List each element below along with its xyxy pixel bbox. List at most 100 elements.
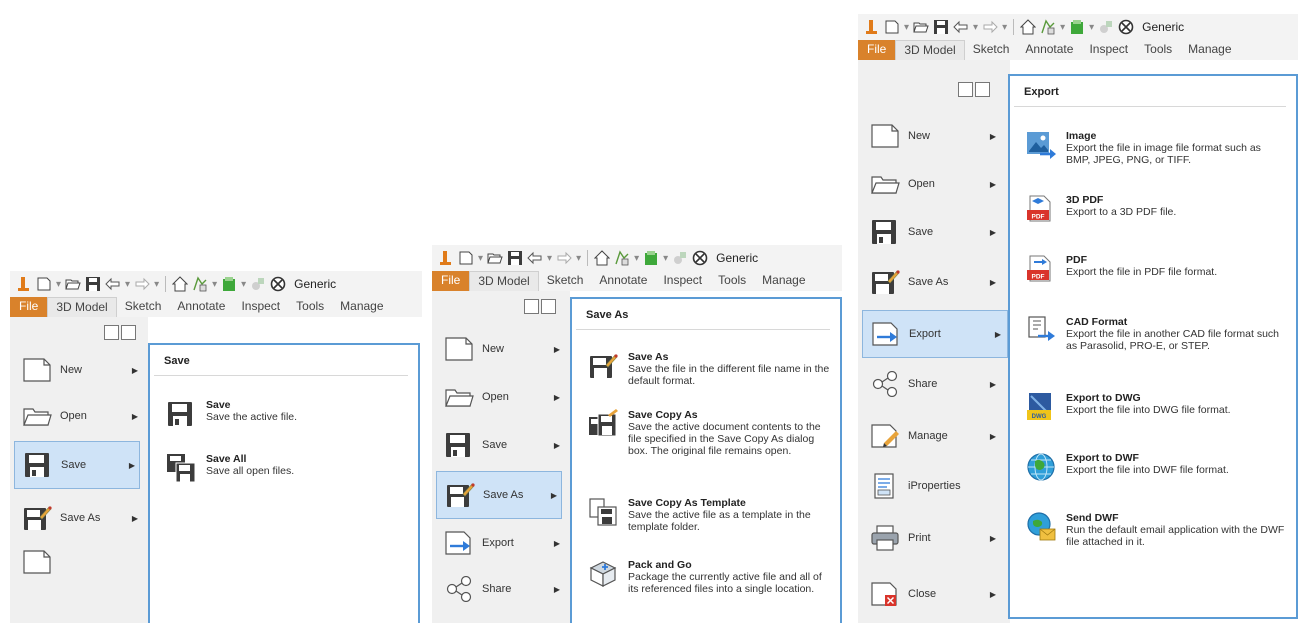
project-icon[interactable]	[192, 276, 208, 292]
recent-docs-icon[interactable]	[104, 325, 119, 340]
submenu-item-cad-format[interactable]: CAD Format Export the file in another CAD…	[1026, 316, 1288, 352]
submenu-item-save-copy-as[interactable]: Save Copy As Save the active document con…	[588, 409, 832, 457]
submenu-item-pack-and-go[interactable]: Pack and Go Package the currently active …	[588, 559, 832, 595]
submenu-item-image[interactable]: Image Export the file in image file forma…	[1026, 130, 1288, 166]
submenu-item-save[interactable]: Save Save the active file.	[166, 399, 406, 429]
dropdown-caret-icon[interactable]: ▾	[1089, 22, 1094, 33]
dropdown-caret-icon[interactable]: ▾	[576, 253, 581, 264]
submenu-item-export-to-dwg[interactable]: DWG Export to DWG Export the file into DW…	[1026, 392, 1288, 422]
tab-tools[interactable]: Tools	[1136, 40, 1180, 60]
dropdown-caret-icon[interactable]: ▾	[663, 253, 668, 264]
home-icon[interactable]	[172, 276, 188, 292]
menu-item-export[interactable]: Export ▶	[862, 310, 1008, 358]
undo-icon[interactable]	[105, 276, 121, 292]
clear-appearance-icon[interactable]	[270, 276, 286, 292]
submenu-item-save-as[interactable]: Save As Save the file in the different fi…	[588, 351, 832, 387]
submenu-item-export-to-dwf[interactable]: Export to DWF Export the file into DWF fi…	[1026, 452, 1288, 482]
clear-appearance-icon[interactable]	[692, 250, 708, 266]
dropdown-caret-icon[interactable]: ▾	[904, 22, 909, 33]
appearance-icon[interactable]	[672, 250, 688, 266]
submenu-item-save-all[interactable]: Save All Save all open files.	[166, 453, 406, 483]
tab-annotate[interactable]: Annotate	[591, 271, 655, 291]
open-folder-icon[interactable]	[913, 19, 929, 35]
menu-item-new[interactable]: New ▶	[862, 118, 1002, 154]
project-name[interactable]: Generic	[716, 251, 758, 265]
home-icon[interactable]	[594, 250, 610, 266]
recent-docs-icon[interactable]	[958, 82, 973, 97]
project-icon[interactable]	[614, 250, 630, 266]
menu-item-open[interactable]: Open ▶	[14, 397, 142, 435]
undo-icon[interactable]	[527, 250, 543, 266]
clear-appearance-icon[interactable]	[1118, 19, 1134, 35]
menu-item-new[interactable]: New ▶	[436, 331, 564, 367]
tab-sketch[interactable]: Sketch	[965, 40, 1018, 60]
dropdown-caret-icon[interactable]: ▾	[212, 279, 217, 290]
view-toggle-buttons[interactable]	[104, 325, 136, 340]
menu-item-save[interactable]: Save ▶	[862, 214, 1002, 250]
tab-manage[interactable]: Manage	[332, 297, 391, 317]
tab-sketch[interactable]: Sketch	[539, 271, 592, 291]
appearance-icon[interactable]	[1098, 19, 1114, 35]
menu-item-save-as[interactable]: Save As ▶	[862, 264, 1002, 300]
tab-3d-model[interactable]: 3D Model	[469, 271, 539, 291]
open-folder-icon[interactable]	[487, 250, 503, 266]
tab-manage[interactable]: Manage	[1180, 40, 1239, 60]
menu-item-new[interactable]: New ▶	[14, 351, 142, 389]
material-icon[interactable]	[221, 276, 237, 292]
menu-item-print[interactable]: Print ▶	[862, 520, 1002, 556]
open-docs-icon[interactable]	[541, 299, 556, 314]
project-name[interactable]: Generic	[294, 277, 336, 291]
app-logo-icon[interactable]	[438, 250, 454, 266]
tab-file[interactable]: File	[432, 271, 470, 291]
tab-manage[interactable]: Manage	[754, 271, 813, 291]
new-file-icon[interactable]	[36, 276, 52, 292]
recent-docs-icon[interactable]	[524, 299, 539, 314]
menu-item-save[interactable]: Save ▶	[436, 427, 564, 463]
menu-item-share[interactable]: Share ▶	[436, 571, 564, 607]
menu-item-share[interactable]: Share ▶	[862, 366, 1002, 402]
menu-item-close[interactable]: Close ▶	[862, 576, 1002, 612]
dropdown-caret-icon[interactable]: ▾	[634, 253, 639, 264]
submenu-item-save-copy-as-template[interactable]: Save Copy As Template Save the active fil…	[588, 497, 832, 533]
tab-inspect[interactable]: Inspect	[1081, 40, 1136, 60]
menu-item-open[interactable]: Open ▶	[436, 379, 564, 415]
project-name[interactable]: Generic	[1142, 20, 1184, 34]
redo-icon[interactable]	[134, 276, 150, 292]
menu-item-export[interactable]: Export ▶	[436, 525, 564, 561]
submenu-item-send-dwf[interactable]: Send DWF Run the default email applicatio…	[1026, 512, 1288, 548]
redo-icon[interactable]	[982, 19, 998, 35]
dropdown-caret-icon[interactable]: ▾	[154, 279, 159, 290]
open-docs-icon[interactable]	[975, 82, 990, 97]
tab-file[interactable]: File	[10, 297, 48, 317]
save-disk-icon[interactable]	[85, 276, 101, 292]
tab-inspect[interactable]: Inspect	[233, 297, 288, 317]
tab-3d-model[interactable]: 3D Model	[47, 297, 117, 317]
new-file-icon[interactable]	[884, 19, 900, 35]
menu-item-next-partial[interactable]	[14, 543, 142, 581]
material-icon[interactable]	[1069, 19, 1085, 35]
dropdown-caret-icon[interactable]: ▾	[478, 253, 483, 264]
tab-annotate[interactable]: Annotate	[1017, 40, 1081, 60]
menu-item-save[interactable]: Save ▶	[14, 441, 140, 489]
redo-icon[interactable]	[556, 250, 572, 266]
dropdown-caret-icon[interactable]: ▾	[1002, 22, 1007, 33]
submenu-item-pdf[interactable]: PDF PDF Export the file in PDF file forma…	[1026, 254, 1288, 284]
project-icon[interactable]	[1040, 19, 1056, 35]
appearance-icon[interactable]	[250, 276, 266, 292]
tab-tools[interactable]: Tools	[710, 271, 754, 291]
tab-tools[interactable]: Tools	[288, 297, 332, 317]
open-docs-icon[interactable]	[121, 325, 136, 340]
tab-file[interactable]: File	[858, 40, 896, 60]
menu-item-save-as[interactable]: Save As ▶	[436, 471, 562, 519]
tab-annotate[interactable]: Annotate	[169, 297, 233, 317]
save-disk-icon[interactable]	[507, 250, 523, 266]
dropdown-caret-icon[interactable]: ▾	[1060, 22, 1065, 33]
dropdown-caret-icon[interactable]: ▾	[973, 22, 978, 33]
dropdown-caret-icon[interactable]: ▾	[241, 279, 246, 290]
view-toggle-buttons[interactable]	[958, 82, 990, 97]
open-folder-icon[interactable]	[65, 276, 81, 292]
dropdown-caret-icon[interactable]: ▾	[56, 279, 61, 290]
app-logo-icon[interactable]	[16, 276, 32, 292]
menu-item-iproperties[interactable]: iProperties	[862, 468, 1002, 504]
save-disk-icon[interactable]	[933, 19, 949, 35]
